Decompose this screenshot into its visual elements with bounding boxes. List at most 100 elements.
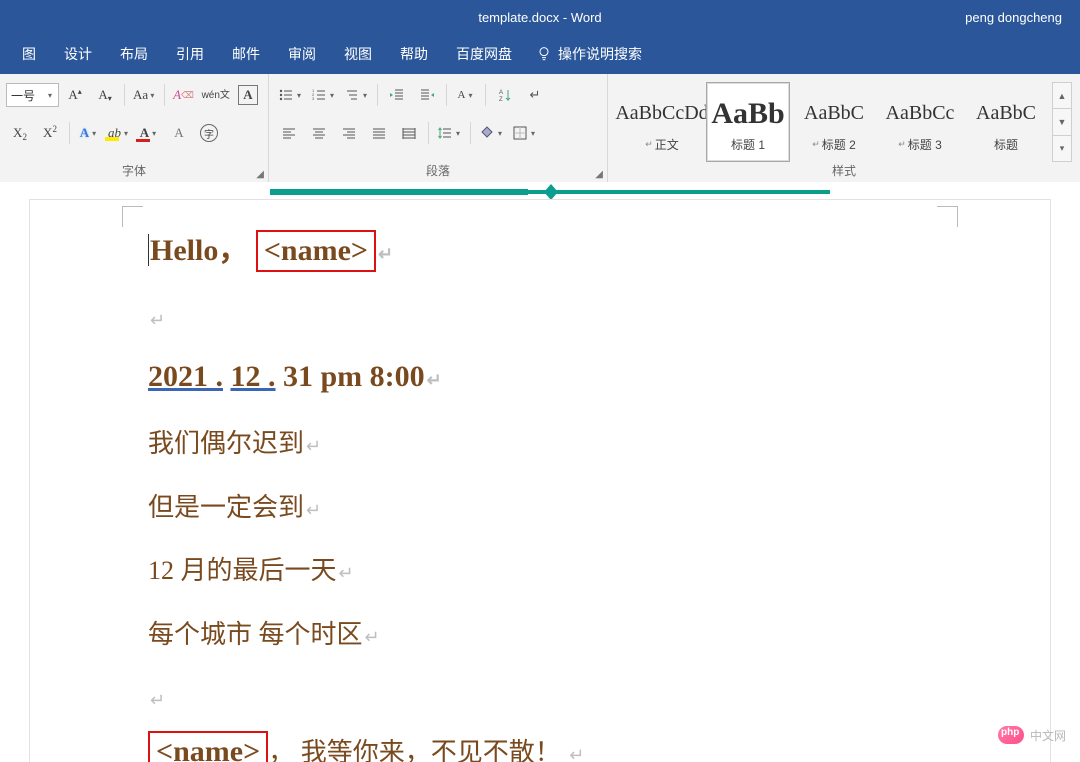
grow-font-button[interactable]: A▴ xyxy=(61,82,89,108)
highlight-color-button[interactable]: ab▾ xyxy=(105,120,133,146)
align-left-button[interactable] xyxy=(275,120,303,146)
margin-corner-icon xyxy=(937,206,958,227)
paragraph-mark-icon: ↵ xyxy=(569,745,584,762)
style-preview: AaBbC xyxy=(976,92,1036,136)
enclose-characters-button[interactable]: 字 xyxy=(195,120,223,146)
group-font: 一号▾ A▴ A▾ Aa▾ A⌫ wén文 A X2 X2 A▾ ab▾ A▾ … xyxy=(0,74,269,182)
font-color-button[interactable]: A▾ xyxy=(135,120,163,146)
svg-text:3: 3 xyxy=(312,96,315,101)
paragraph-dialog-launcher[interactable]: ◢ xyxy=(595,169,603,180)
group-font-label: 字体 xyxy=(6,162,262,180)
align-center-button[interactable] xyxy=(305,120,333,146)
indent-marker-icon[interactable] xyxy=(542,182,560,200)
bullets-button[interactable]: ▾ xyxy=(275,82,306,108)
group-paragraph-label: 段落 xyxy=(275,162,601,180)
style-preview: AaBbCc xyxy=(886,92,955,136)
style-preview: AaBbCcDd xyxy=(615,92,708,136)
phonetic-guide-button[interactable]: wén文 xyxy=(199,82,232,108)
app-name: Word xyxy=(571,10,602,25)
paragraph-mark-icon: ↵ xyxy=(378,244,393,264)
superscript-button[interactable]: X2 xyxy=(36,120,64,146)
svg-text:A: A xyxy=(499,90,503,96)
show-marks-button[interactable]: ↵ xyxy=(521,82,549,108)
group-styles-label: 样式 xyxy=(614,162,1074,180)
horizontal-ruler[interactable] xyxy=(30,182,1050,200)
increase-indent-button[interactable] xyxy=(413,82,441,108)
paragraph-mark-icon: ↵ xyxy=(150,310,165,330)
line-spacing-button[interactable]: ▾ xyxy=(434,120,465,146)
align-justify-button[interactable] xyxy=(365,120,393,146)
placeholder-name-1[interactable]: <name> xyxy=(256,230,376,272)
closing-line[interactable]: <name>， 我等你来，不见不散！ ↵ xyxy=(148,728,940,762)
sort-button[interactable]: AZ xyxy=(491,82,519,108)
style-name: ↵标题 3 xyxy=(898,136,942,153)
heading-line[interactable]: Hello， <name>↵ xyxy=(148,222,940,279)
font-dialog-launcher[interactable]: ◢ xyxy=(256,169,264,180)
character-border-button[interactable]: A xyxy=(234,82,262,108)
body-line[interactable]: 我们偶尔迟到↵ xyxy=(148,419,940,468)
style-name: ↵标题 2 xyxy=(812,136,856,153)
tab-design[interactable]: 设计 xyxy=(50,36,106,72)
text-effects-button[interactable]: A▾ xyxy=(75,120,103,146)
numbering-button[interactable]: 123▾ xyxy=(308,82,339,108)
align-right-button[interactable] xyxy=(335,120,363,146)
style-item-3[interactable]: AaBbCc↵标题 3 xyxy=(878,82,962,162)
text-cursor xyxy=(148,234,149,266)
body-line[interactable]: 12 月的最后一天↵ xyxy=(148,546,940,595)
style-item-1[interactable]: AaBb标题 1 xyxy=(706,82,790,162)
page-content[interactable]: Hello， <name>↵ ↵ 2021 . 12 . 31 pm 8:00↵… xyxy=(30,200,1050,762)
styles-scroll-up[interactable]: ▲ xyxy=(1053,83,1071,109)
window-title: template.docx - Word xyxy=(0,10,1080,25)
group-paragraph: ▾ 123▾ ▾ A▾ AZ ↵ ▾ ▾ xyxy=(269,74,608,182)
styles-scroll: ▲ ▼ ▾ xyxy=(1052,82,1072,162)
tab-view[interactable]: 视图 xyxy=(330,36,386,72)
page[interactable]: Hello， <name>↵ ↵ 2021 . 12 . 31 pm 8:00↵… xyxy=(30,200,1050,762)
style-preview: AaBbC xyxy=(804,92,864,136)
title-bar: template.docx - Word peng dongcheng xyxy=(0,0,1080,34)
asian-layout-button[interactable]: A▾ xyxy=(452,82,480,108)
style-name: ↵正文 xyxy=(645,136,679,153)
paragraph-mark-icon: ↵ xyxy=(306,436,321,456)
tab-layout[interactable]: 布局 xyxy=(106,36,162,72)
style-item-0[interactable]: AaBbCcDd↵正文 xyxy=(620,82,704,162)
multilevel-list-button[interactable]: ▾ xyxy=(341,82,372,108)
tab-picture[interactable]: 图 xyxy=(8,36,50,72)
paragraph-mark-icon: ↵ xyxy=(339,563,354,583)
tab-baidu-netdisk[interactable]: 百度网盘 xyxy=(442,36,526,72)
change-case-button[interactable]: Aa▾ xyxy=(130,82,159,108)
placeholder-name-2[interactable]: <name> xyxy=(148,731,268,762)
styles-expand[interactable]: ▾ xyxy=(1053,136,1071,161)
document-area: Hello， <name>↵ ↵ 2021 . 12 . 31 pm 8:00↵… xyxy=(0,182,1080,762)
svg-text:Z: Z xyxy=(499,97,503,103)
font-size-combo[interactable]: 一号▾ xyxy=(6,83,59,107)
body-line[interactable]: 但是一定会到↵ xyxy=(148,483,940,532)
shrink-font-button[interactable]: A▾ xyxy=(91,82,119,108)
date-line[interactable]: 2021 . 12 . 31 pm 8:00↵ xyxy=(148,348,940,405)
site-watermark: 中文网 xyxy=(998,726,1066,744)
paragraph-mark-icon: ↵ xyxy=(306,500,321,520)
style-item-4[interactable]: AaBbC标题 xyxy=(964,82,1048,162)
decrease-indent-button[interactable] xyxy=(383,82,411,108)
tab-help[interactable]: 帮助 xyxy=(386,36,442,72)
paragraph-mark-icon: ↵ xyxy=(150,690,165,710)
styles-scroll-down[interactable]: ▼ xyxy=(1053,109,1071,135)
body-line[interactable]: 每个城市 每个时区↵ xyxy=(148,610,940,659)
group-styles: AaBbCcDd↵正文AaBb标题 1AaBbC↵标题 2AaBbCc↵标题 3… xyxy=(608,74,1080,182)
style-item-2[interactable]: AaBbC↵标题 2 xyxy=(792,82,876,162)
shading-button[interactable]: ▾ xyxy=(476,120,507,146)
margin-corner-icon xyxy=(122,206,143,227)
ribbon-tabs: 图 设计 布局 引用 邮件 审阅 视图 帮助 百度网盘 操作说明搜索 xyxy=(0,34,1080,74)
subscript-button[interactable]: X2 xyxy=(6,120,34,146)
paragraph-mark-icon: ↵ xyxy=(427,370,442,390)
tab-mailings[interactable]: 邮件 xyxy=(218,36,274,72)
clear-formatting-button[interactable]: A⌫ xyxy=(169,82,197,108)
php-logo-icon xyxy=(998,726,1024,744)
tab-review[interactable]: 审阅 xyxy=(274,36,330,72)
align-distributed-button[interactable] xyxy=(395,120,423,146)
character-shading-button[interactable]: A xyxy=(165,120,193,146)
chevron-down-icon: ▾ xyxy=(46,91,54,100)
account-name[interactable]: peng dongcheng xyxy=(965,10,1062,25)
tell-me-search[interactable]: 操作说明搜索 xyxy=(526,36,652,72)
tab-references[interactable]: 引用 xyxy=(162,36,218,72)
borders-button[interactable]: ▾ xyxy=(509,120,540,146)
